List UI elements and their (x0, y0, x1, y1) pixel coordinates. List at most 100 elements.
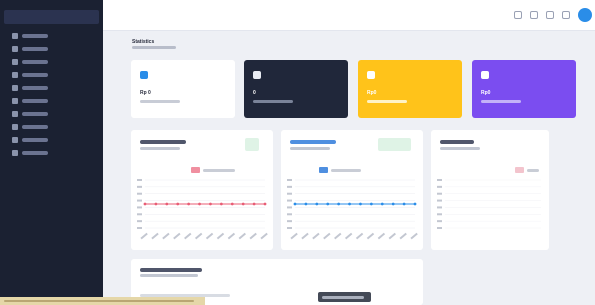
panel-subtitle (440, 147, 480, 150)
y-tick-label (137, 227, 142, 229)
data-point (143, 202, 147, 206)
data-point (348, 202, 351, 206)
list-icon (12, 72, 18, 78)
y-tick-label (287, 185, 292, 188)
data-point (198, 202, 201, 206)
x-tick-label (184, 232, 192, 240)
data-point (413, 202, 417, 206)
sidebar-item-2[interactable] (12, 45, 92, 54)
cart-icon (367, 71, 375, 79)
sidebar-item-label (22, 34, 48, 38)
x-tick-label (323, 232, 331, 240)
y-tick-label (437, 185, 442, 188)
x-tick-label (162, 232, 170, 240)
panel-title (140, 140, 186, 144)
sidebar-item-label (22, 151, 48, 155)
data-point (209, 202, 212, 206)
x-tick-label (238, 232, 246, 240)
sidebar-item-1[interactable] (12, 32, 92, 41)
x-tick-label (140, 232, 148, 240)
page-subtitle (132, 46, 176, 49)
grid-icon (12, 33, 18, 39)
y-tick-label (437, 199, 442, 202)
data-point (293, 202, 297, 206)
legend-label (203, 169, 235, 172)
x-tick-label (410, 232, 418, 240)
x-tick-label (388, 232, 396, 240)
stat-card-label (367, 100, 407, 103)
x-tick-label (151, 232, 159, 240)
data-point (230, 202, 234, 206)
y-tick-label (137, 199, 142, 202)
refresh-icon[interactable] (546, 11, 554, 19)
sidebar-item-label (22, 125, 48, 129)
brand-logo[interactable] (4, 10, 99, 24)
sidebar-item-label (22, 86, 48, 90)
data-point (402, 202, 406, 206)
x-tick-label (249, 232, 257, 240)
sidebar-item-label (22, 73, 48, 77)
dollar-icon (140, 71, 148, 79)
sidebar-item-3[interactable] (12, 58, 92, 67)
y-tick-label (137, 179, 142, 181)
sidebar-item-label (22, 99, 48, 103)
data-point (154, 202, 158, 206)
data-point (241, 202, 245, 206)
sidebar-item-5[interactable] (12, 84, 92, 93)
y-tick-label (287, 220, 292, 223)
file-icon (12, 137, 18, 143)
sidebar-item-7[interactable] (12, 110, 92, 119)
cart-icon (12, 98, 18, 104)
stat-card-expenses[interactable]: Rp0 (472, 60, 576, 118)
sales-line-chart (137, 179, 268, 240)
y-tick-label (137, 185, 142, 188)
tooltip (318, 292, 371, 302)
x-tick-label (290, 232, 298, 240)
box-icon (253, 71, 261, 79)
sidebar-item-8[interactable] (12, 123, 92, 132)
sidebar-item-10[interactable] (12, 149, 92, 158)
x-tick-label (377, 232, 386, 240)
y-tick-label (137, 213, 142, 216)
stat-card-value: 0 (253, 90, 256, 96)
y-tick-label (287, 206, 292, 209)
avatar[interactable] (578, 8, 592, 22)
y-tick-label (137, 220, 142, 223)
settings-icon[interactable] (562, 11, 570, 19)
tooltip-text (322, 296, 364, 299)
stat-card-revenue[interactable]: Rp 0 (131, 60, 235, 118)
chart-legend (191, 167, 241, 173)
y-tick-label (437, 220, 442, 223)
y-tick-label (287, 179, 292, 181)
sidebar-item-4[interactable] (12, 71, 92, 80)
legend-swatch (191, 167, 200, 173)
top-products-chart (437, 179, 541, 229)
data-point (165, 202, 169, 206)
y-tick-label (437, 179, 442, 181)
stat-card-value: Rp 0 (140, 90, 151, 96)
data-point (176, 202, 180, 206)
stat-card-label (481, 100, 521, 103)
bell-icon[interactable] (514, 11, 522, 19)
data-point (315, 202, 319, 206)
y-tick-label (287, 227, 292, 229)
pie-icon (481, 71, 489, 79)
legend-label (527, 169, 539, 172)
y-tick-label (437, 206, 442, 209)
status-bar (0, 297, 205, 305)
panel-badge[interactable] (245, 138, 259, 151)
download-icon[interactable] (530, 11, 538, 19)
chart-legend (515, 167, 543, 173)
x-tick-label (260, 232, 268, 240)
sidebar-item-6[interactable] (12, 97, 92, 106)
data-point (219, 202, 223, 206)
x-tick-label (173, 232, 181, 240)
x-tick-label (194, 232, 203, 240)
sidebar-item-9[interactable] (12, 136, 92, 145)
panel-badge[interactable] (378, 138, 411, 151)
sidebar-item-label (22, 60, 48, 64)
stat-card-sales[interactable]: Rp0 (358, 60, 462, 118)
x-tick-label (334, 232, 342, 240)
y-tick-label (287, 192, 292, 195)
stat-card-products[interactable]: 0 (244, 60, 348, 118)
